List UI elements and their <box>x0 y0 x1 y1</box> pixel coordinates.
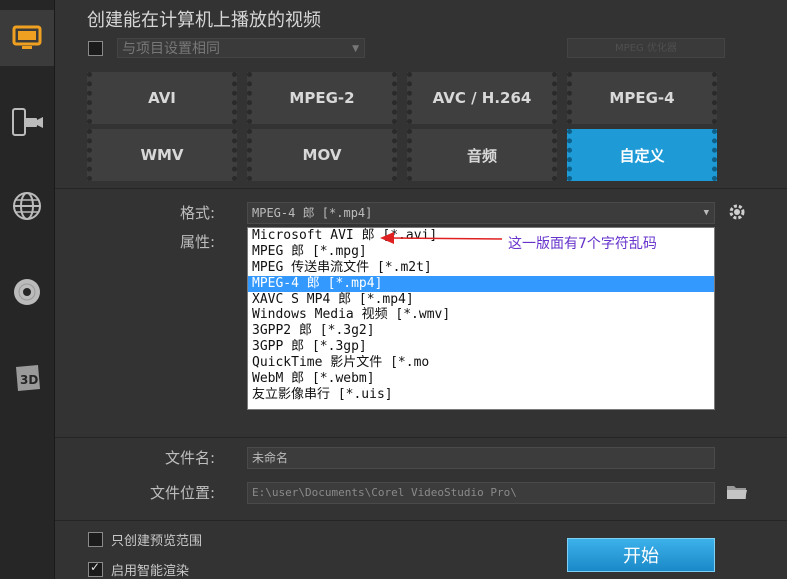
filename-input[interactable]: 未命名 <box>247 447 715 469</box>
format-tile-custom[interactable]: 自定义 <box>567 129 717 181</box>
3d-icon[interactable]: 3D <box>0 350 54 406</box>
format-tile-mpeg2[interactable]: MPEG-2 <box>247 72 397 124</box>
same-as-project-checkbox[interactable] <box>88 41 103 56</box>
list-item[interactable]: 3GPP 郎 [*.3gp] <box>248 339 714 355</box>
gear-icon[interactable] <box>728 203 746 225</box>
list-item[interactable]: Windows Media 视频 [*.wmv] <box>248 307 714 323</box>
format-tile-mov[interactable]: MOV <box>247 129 397 181</box>
chevron-down-icon: ▼ <box>352 44 359 54</box>
list-item[interactable]: WebM 郎 [*.webm] <box>248 371 714 387</box>
format-select-value: MPEG-4 郎 [*.mp4] <box>252 206 373 220</box>
format-tile-wmv[interactable]: WMV <box>87 129 237 181</box>
options-button[interactable]: MPEG 优化器 <box>567 38 725 58</box>
format-tile-audio[interactable]: 音频 <box>407 129 557 181</box>
sidebar: 3D <box>0 0 55 579</box>
page-title: 创建能在计算机上播放的视频 <box>87 10 321 31</box>
properties-label: 属性: <box>179 233 215 251</box>
smart-render-label: 启用智能渲染 <box>111 564 190 579</box>
format-tile-avc[interactable]: AVC / H.264 <box>407 72 557 124</box>
list-item-selected[interactable]: MPEG-4 郎 [*.mp4] <box>248 275 714 292</box>
preview-range-label: 只创建预览范围 <box>111 534 203 549</box>
preset-select[interactable]: 与项目设置相同 ▼ <box>117 38 365 58</box>
filename-label: 文件名: <box>164 449 215 467</box>
format-label: 格式: <box>179 204 215 222</box>
divider <box>55 520 787 521</box>
list-item[interactable]: 友立影像串行 [*.uis] <box>248 387 714 403</box>
main-panel: 创建能在计算机上播放的视频 与项目设置相同 ▼ MPEG 优化器 AVI MPE… <box>55 0 787 579</box>
folder-icon[interactable] <box>726 483 748 505</box>
format-select[interactable]: MPEG-4 郎 [*.mp4] ▼ <box>247 202 715 224</box>
preview-range-checkbox[interactable] <box>88 532 103 547</box>
format-tile-mpeg4[interactable]: MPEG-4 <box>567 72 717 124</box>
annotation-text: 这一版面有7个字符乱码 <box>508 236 657 252</box>
location-input[interactable]: E:\user\Documents\Corel VideoStudio Pro\ <box>247 482 715 504</box>
chevron-down-icon: ▼ <box>703 208 709 218</box>
format-dropdown-list: Microsoft AVI 郎 [*.avi] MPEG 郎 [*.mpg] M… <box>247 227 715 410</box>
computer-icon[interactable] <box>0 10 54 66</box>
device-icon[interactable] <box>0 94 54 150</box>
location-label: 文件位置: <box>149 484 215 502</box>
start-button[interactable]: 开始 <box>567 538 715 572</box>
smart-render-checkbox[interactable] <box>88 560 103 577</box>
disc-dvd-icon[interactable] <box>0 264 54 320</box>
divider <box>55 188 787 189</box>
svg-text:3D: 3D <box>20 373 38 387</box>
list-item[interactable]: QuickTime 影片文件 [*.mo <box>248 355 714 371</box>
preset-value: 与项目设置相同 <box>122 41 220 57</box>
format-tile-avi[interactable]: AVI <box>87 72 237 124</box>
annotation-arrow-icon <box>380 232 503 244</box>
web-globe-icon[interactable] <box>0 178 54 234</box>
list-item[interactable]: XAVC S MP4 郎 [*.mp4] <box>248 292 714 308</box>
list-item[interactable]: 3GPP2 郎 [*.3g2] <box>248 323 714 339</box>
list-item[interactable]: MPEG 传送串流文件 [*.m2t] <box>248 260 714 276</box>
divider <box>55 437 787 438</box>
